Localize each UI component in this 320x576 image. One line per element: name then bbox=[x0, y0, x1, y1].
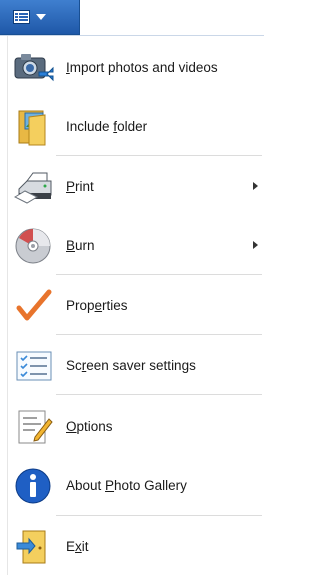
menu-item-exit[interactable]: Exit bbox=[8, 517, 264, 576]
menu-item-options[interactable]: Options bbox=[8, 397, 264, 456]
menu-separator bbox=[56, 515, 262, 516]
checkmark-icon bbox=[16, 289, 52, 321]
notepad-pencil-icon bbox=[18, 410, 53, 444]
caret-down-icon bbox=[36, 14, 46, 20]
camera-import-icon bbox=[14, 54, 54, 82]
exit-door-icon bbox=[16, 530, 46, 564]
app-menu-frame: Import photos and videos Include folder … bbox=[0, 0, 264, 576]
menu-item-label: Print bbox=[66, 179, 94, 194]
submenu-arrow-icon bbox=[253, 241, 258, 249]
menu-left-strip bbox=[0, 36, 8, 575]
menu-item-print[interactable]: Print bbox=[8, 157, 264, 216]
menu-button-bar bbox=[0, 0, 264, 36]
menu-item-include-folder[interactable]: Include folder bbox=[8, 97, 264, 156]
app-menu-panel: Import photos and videos Include folder … bbox=[0, 35, 264, 576]
menu-item-about[interactable]: About Photo Gallery bbox=[8, 456, 264, 515]
menu-list-icon bbox=[13, 10, 30, 24]
menu-item-label: Import photos and videos bbox=[66, 60, 218, 75]
menu-item-screen-saver[interactable]: Screen saver settings bbox=[8, 336, 264, 395]
submenu-arrow-icon bbox=[253, 182, 258, 190]
info-icon bbox=[15, 468, 51, 504]
app-menu-button[interactable] bbox=[0, 0, 80, 35]
menu-item-label: Exit bbox=[66, 539, 89, 554]
menu-item-import[interactable]: Import photos and videos bbox=[8, 38, 264, 97]
menu-separator bbox=[56, 394, 262, 395]
disc-burn-icon bbox=[15, 228, 51, 264]
menu-separator bbox=[56, 334, 262, 335]
menu-item-label: Include folder bbox=[66, 119, 148, 134]
menu-item-burn[interactable]: Burn bbox=[8, 216, 264, 275]
menu-item-label: Properties bbox=[66, 298, 128, 313]
menu-item-label: Screen saver settings bbox=[66, 358, 196, 373]
menu-separator bbox=[56, 155, 262, 156]
folder-picture-icon bbox=[18, 110, 46, 146]
menu-item-label: Burn bbox=[66, 238, 95, 253]
printer-icon bbox=[13, 172, 52, 204]
menu-separator bbox=[56, 274, 262, 275]
menu-item-label: Options bbox=[66, 419, 113, 434]
list-checklist-icon bbox=[16, 351, 52, 381]
menu-item-label: About Photo Gallery bbox=[66, 478, 187, 493]
menu-item-properties[interactable]: Properties bbox=[8, 276, 264, 335]
